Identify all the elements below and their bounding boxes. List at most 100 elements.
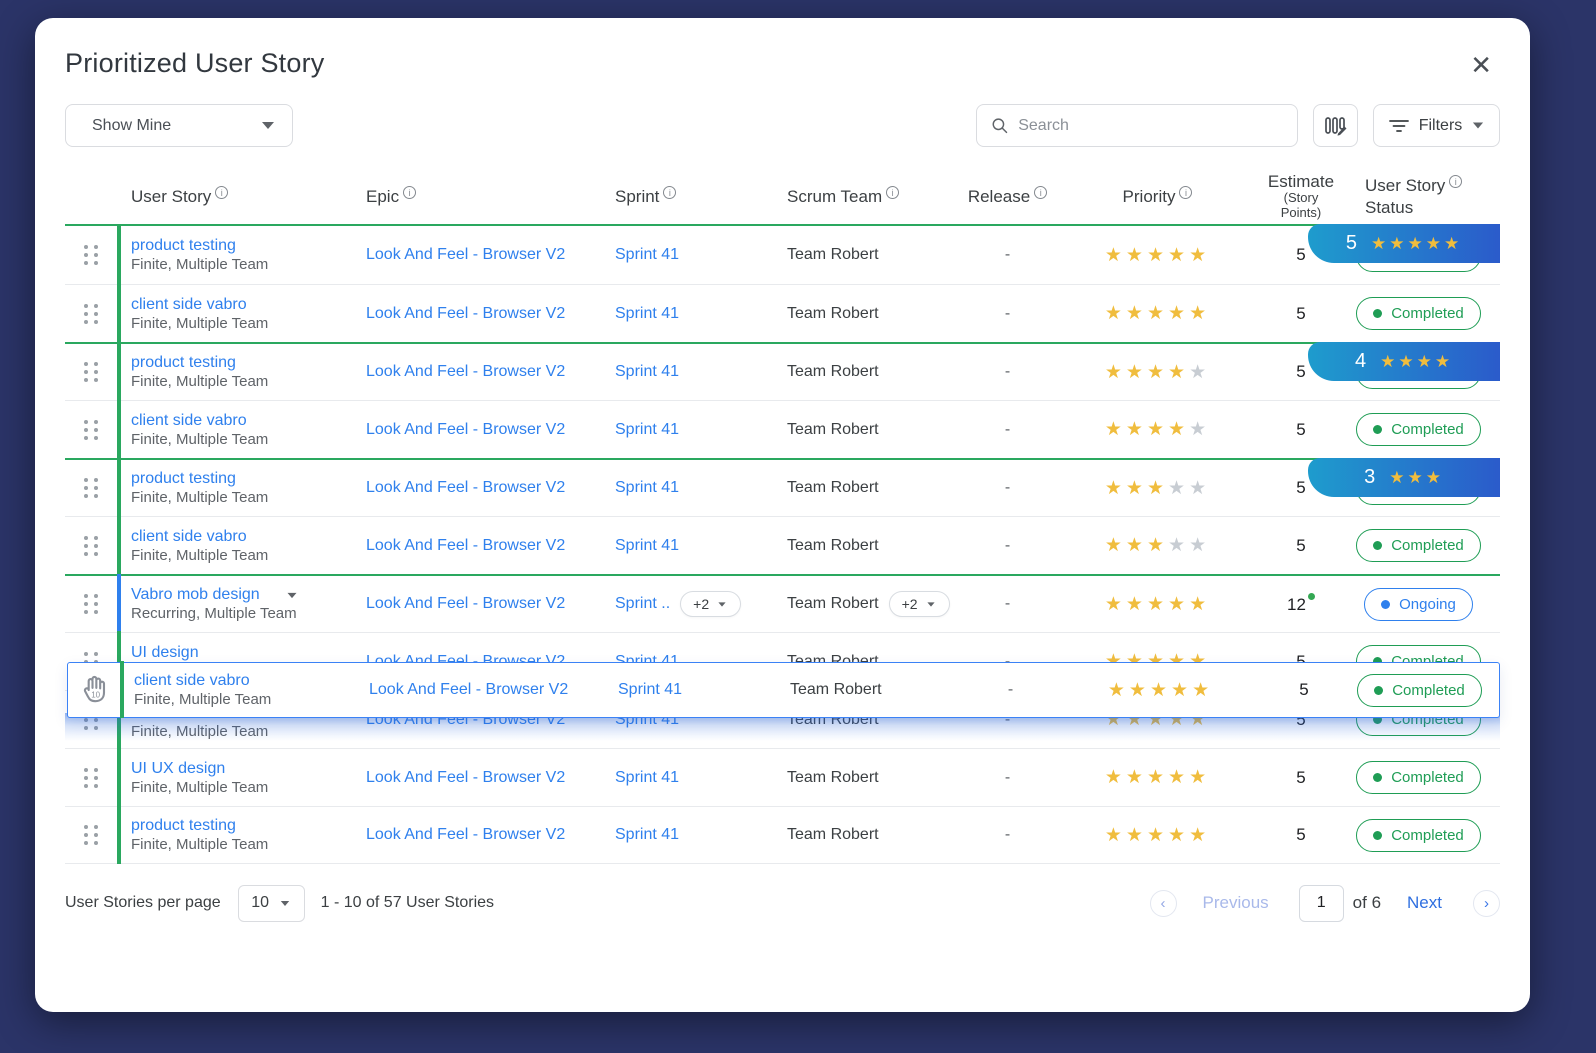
user-story-link[interactable]: client side vabro — [134, 672, 369, 690]
star-empty-icon[interactable]: ★ — [1189, 362, 1210, 383]
star-filled-icon[interactable]: ★ — [1168, 594, 1189, 615]
user-story-link[interactable]: product testing — [131, 237, 366, 255]
star-filled-icon[interactable]: ★ — [1147, 535, 1168, 556]
sprint-link[interactable]: Sprint 41 — [615, 421, 679, 439]
star-filled-icon[interactable]: ★ — [1168, 825, 1189, 846]
star-filled-icon[interactable]: ★ — [1147, 303, 1168, 324]
sprint-link[interactable]: Sprint 41 — [615, 826, 679, 844]
user-story-link[interactable]: product testing — [131, 354, 366, 372]
filters-button[interactable]: Filters — [1373, 104, 1500, 147]
star-filled-icon[interactable]: ★ — [1105, 245, 1126, 266]
status-badge[interactable]: Completed — [1357, 674, 1482, 707]
next-button[interactable]: Next — [1407, 893, 1442, 913]
star-filled-icon[interactable]: ★ — [1147, 825, 1168, 846]
drag-handle[interactable] — [65, 749, 117, 806]
info-icon[interactable]: i — [886, 186, 899, 199]
chevron-down-icon[interactable] — [287, 592, 296, 597]
table-row[interactable]: Vabro mob design Recurring, Multiple Tea… — [65, 574, 1500, 632]
team-more-pill[interactable]: +2 — [889, 591, 950, 617]
next-page-arrow-icon[interactable]: › — [1473, 890, 1500, 917]
user-story-link[interactable]: UI UX design — [131, 760, 366, 778]
epic-link[interactable]: Look And Feel - Browser V2 — [366, 826, 565, 843]
sprint-link[interactable]: Sprint 41 — [615, 479, 679, 497]
status-badge[interactable]: Ongoing — [1364, 588, 1473, 621]
info-icon[interactable]: i — [1179, 186, 1192, 199]
star-filled-icon[interactable]: ★ — [1189, 303, 1210, 324]
status-badge[interactable]: Completed — [1356, 529, 1481, 562]
previous-page-arrow-icon[interactable]: ‹ — [1150, 890, 1177, 917]
table-row[interactable]: product testing Finite, Multiple Team Lo… — [65, 342, 1500, 400]
user-story-link[interactable]: client side vabro — [131, 528, 366, 546]
star-filled-icon[interactable]: ★ — [1147, 362, 1168, 383]
star-empty-icon[interactable]: ★ — [1168, 478, 1189, 499]
star-filled-icon[interactable]: ★ — [1126, 419, 1147, 440]
star-filled-icon[interactable]: ★ — [1126, 535, 1147, 556]
epic-link[interactable]: Look And Feel - Browser V2 — [366, 769, 565, 786]
star-filled-icon[interactable]: ★ — [1168, 767, 1189, 788]
epic-link[interactable]: Look And Feel - Browser V2 — [366, 363, 565, 380]
star-filled-icon[interactable]: ★ — [1189, 594, 1210, 615]
sprint-more-pill[interactable]: +2 — [680, 591, 741, 617]
star-filled-icon[interactable]: ★ — [1105, 478, 1126, 499]
drag-handle[interactable] — [65, 285, 117, 342]
status-badge[interactable]: Completed — [1356, 819, 1481, 852]
star-filled-icon[interactable]: ★ — [1171, 680, 1192, 701]
table-row[interactable]: client side vabro Finite, Multiple Team … — [65, 284, 1500, 342]
sprint-link[interactable]: Sprint 41 — [618, 681, 682, 699]
user-story-link[interactable]: client side vabro — [131, 412, 366, 430]
drag-handle[interactable] — [65, 460, 117, 516]
table-row[interactable]: product testing Finite, Multiple Team Lo… — [65, 806, 1500, 864]
star-empty-icon[interactable]: ★ — [1168, 535, 1189, 556]
drag-handle[interactable] — [65, 344, 117, 400]
info-icon[interactable]: i — [215, 186, 228, 199]
epic-link[interactable]: Look And Feel - Browser V2 — [366, 479, 565, 496]
user-story-link[interactable]: product testing — [131, 817, 366, 835]
sprint-link[interactable]: Sprint 41 — [615, 363, 679, 381]
previous-button[interactable]: Previous — [1203, 893, 1269, 913]
user-story-link[interactable]: UI design — [131, 644, 366, 662]
epic-link[interactable]: Look And Feel - Browser V2 — [366, 537, 565, 554]
star-filled-icon[interactable]: ★ — [1126, 303, 1147, 324]
star-empty-icon[interactable]: ★ — [1189, 478, 1210, 499]
drag-handle[interactable] — [65, 576, 117, 632]
star-filled-icon[interactable]: ★ — [1168, 245, 1189, 266]
info-icon[interactable]: i — [663, 186, 676, 199]
epic-link[interactable]: Look And Feel - Browser V2 — [366, 421, 565, 438]
star-filled-icon[interactable]: ★ — [1147, 767, 1168, 788]
star-filled-icon[interactable]: ★ — [1189, 767, 1210, 788]
star-filled-icon[interactable]: ★ — [1126, 594, 1147, 615]
table-row[interactable]: client side vabro Finite, Multiple Team … — [65, 400, 1500, 458]
star-filled-icon[interactable]: ★ — [1105, 594, 1126, 615]
user-story-link[interactable]: product testing — [131, 470, 366, 488]
user-story-link[interactable]: Vabro mob design — [131, 586, 366, 604]
star-filled-icon[interactable]: ★ — [1126, 825, 1147, 846]
drag-handle[interactable] — [65, 226, 117, 284]
drag-handle[interactable] — [65, 807, 117, 863]
star-filled-icon[interactable]: ★ — [1147, 478, 1168, 499]
star-filled-icon[interactable]: ★ — [1105, 303, 1126, 324]
star-filled-icon[interactable]: ★ — [1126, 245, 1147, 266]
epic-link[interactable]: Look And Feel - Browser V2 — [366, 595, 565, 612]
info-icon[interactable]: i — [1449, 175, 1462, 188]
info-icon[interactable]: i — [1034, 186, 1047, 199]
sprint-link[interactable]: Sprint 41 — [615, 246, 679, 264]
sprint-link[interactable]: Sprint 41 — [615, 537, 679, 555]
table-row[interactable]: product testing Finite, Multiple Team Lo… — [65, 458, 1500, 516]
drag-handle[interactable] — [65, 517, 117, 574]
star-filled-icon[interactable]: ★ — [1147, 419, 1168, 440]
dragged-row-card[interactable]: 10 client side vabro Finite, Multiple Te… — [67, 662, 1500, 718]
star-empty-icon[interactable]: ★ — [1189, 535, 1210, 556]
star-filled-icon[interactable]: ★ — [1192, 680, 1213, 701]
star-filled-icon[interactable]: ★ — [1105, 535, 1126, 556]
star-filled-icon[interactable]: ★ — [1147, 594, 1168, 615]
star-filled-icon[interactable]: ★ — [1150, 680, 1171, 701]
search-box[interactable] — [976, 104, 1298, 147]
close-icon[interactable]: ✕ — [1462, 48, 1500, 82]
page-number-input[interactable] — [1299, 885, 1344, 922]
search-input[interactable] — [1018, 117, 1283, 135]
info-icon[interactable]: i — [403, 186, 416, 199]
status-badge[interactable]: Completed — [1356, 761, 1481, 794]
star-filled-icon[interactable]: ★ — [1168, 303, 1189, 324]
show-mine-dropdown[interactable]: Show Mine — [65, 104, 293, 147]
table-row[interactable]: client side vabro Finite, Multiple Team … — [65, 516, 1500, 574]
